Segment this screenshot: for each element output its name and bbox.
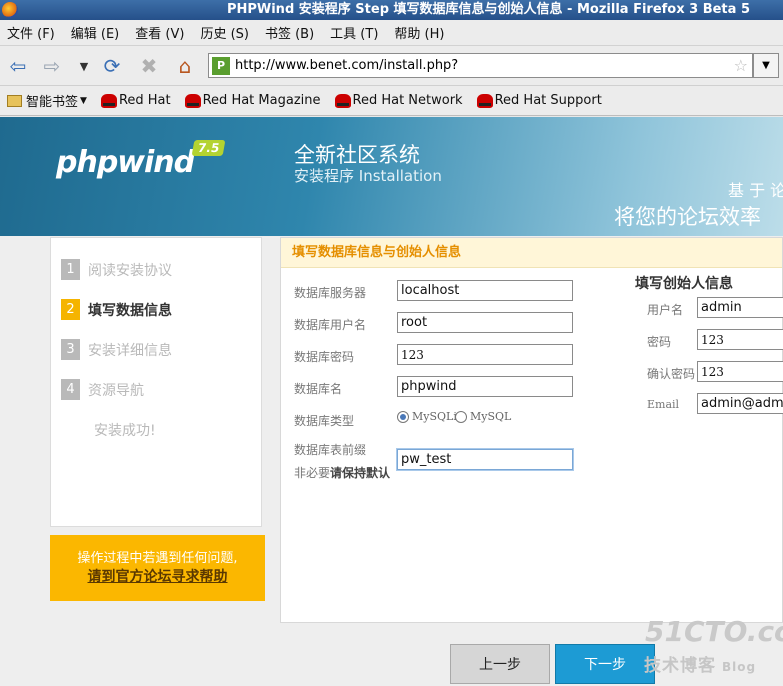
history-dropdown-icon[interactable]: ▼: [72, 54, 96, 78]
admin-confirm-label: 确认密码: [647, 367, 696, 381]
folder-icon: [7, 94, 22, 107]
step-1: 1 阅读安装协议: [61, 259, 172, 280]
help-box: 操作过程中若遇到任何问题, 请到官方论坛寻求帮助: [50, 535, 265, 601]
reload-icon[interactable]: ⟳: [100, 54, 124, 78]
chevron-down-icon: ▼: [80, 95, 87, 106]
form-heading: 填写数据库信息与创始人信息: [281, 238, 782, 268]
admin-username-input[interactable]: [697, 297, 783, 318]
watermark-51cto: 51CTO.com: [645, 615, 783, 648]
db-password-input[interactable]: [397, 344, 573, 365]
header-subtitle: 安装程序 Installation: [294, 167, 442, 185]
db-type-mysql-radio[interactable]: MySQL: [455, 410, 511, 423]
db-user-input[interactable]: [397, 312, 573, 333]
prev-step-button[interactable]: 上一步: [450, 644, 550, 684]
step-success: 安装成功!: [94, 423, 156, 439]
redhat-icon: [476, 93, 493, 108]
menu-edit[interactable]: 编辑 (E): [71, 23, 120, 42]
db-prefix-label: 数据库表前缀: [294, 443, 367, 457]
bookmark-red-hat-support[interactable]: Red Hat Support: [476, 93, 602, 108]
install-steps: 1 阅读安装协议 2 填写数据信息 3 安装详细信息 4 资源导航 安装成功!: [50, 237, 262, 527]
menu-file[interactable]: 文件 (F): [7, 23, 55, 42]
help-text: 操作过程中若遇到任何问题,: [77, 551, 238, 566]
stop-icon[interactable]: ✖: [137, 54, 161, 78]
site-favicon: P: [212, 56, 230, 75]
db-type-label: 数据库类型: [294, 414, 355, 428]
install-header: phpwind 7.5 全新社区系统 安装程序 Installation 基 于…: [0, 117, 783, 236]
help-forum-link[interactable]: 请到官方论坛寻求帮助: [88, 569, 228, 585]
redhat-icon: [184, 93, 201, 108]
db-host-input[interactable]: [397, 280, 573, 301]
menu-bookmarks[interactable]: 书签 (B): [265, 23, 314, 42]
url-bar[interactable]: P ☆: [208, 53, 753, 78]
url-input[interactable]: [235, 58, 725, 73]
menu-history[interactable]: 历史 (S): [200, 23, 249, 42]
version-badge: 7.5: [191, 140, 226, 156]
menu-view[interactable]: 查看 (V): [135, 23, 184, 42]
db-host-label: 数据库服务器: [294, 286, 367, 300]
forward-arrow-icon[interactable]: ⇨: [40, 54, 64, 78]
bookmarks-toolbar: 智能书签 ▼ Red Hat Red Hat Magazine Red Hat …: [0, 86, 783, 116]
header-slogan-1: 基 于 论: [728, 181, 783, 200]
page-content: phpwind 7.5 全新社区系统 安装程序 Installation 基 于…: [0, 117, 783, 686]
bookmark-red-hat-magazine[interactable]: Red Hat Magazine: [184, 93, 321, 108]
founder-heading: 填写创始人信息: [635, 276, 733, 292]
menu-help[interactable]: 帮助 (H): [394, 23, 444, 42]
step-3: 3 安装详细信息: [61, 339, 172, 360]
home-icon[interactable]: ⌂: [173, 54, 197, 78]
bookmark-star-icon[interactable]: ☆: [734, 56, 748, 75]
smart-bookmarks-menu[interactable]: 智能书签 ▼: [7, 91, 87, 110]
back-arrow-icon[interactable]: ⇦: [6, 54, 30, 78]
redhat-icon: [100, 93, 117, 108]
db-name-label: 数据库名: [294, 382, 343, 396]
redhat-icon: [334, 93, 351, 108]
install-form: 填写数据库信息与创始人信息 数据库服务器 数据库用户名 数据库密码 数据库名 数…: [280, 237, 783, 623]
db-name-input[interactable]: [397, 376, 573, 397]
window-titlebar: PHPWind 安装程序 Step 填写数据库信息与创始人信息 - Mozill…: [0, 0, 783, 20]
admin-password-label: 密码: [647, 335, 672, 349]
step-4: 4 资源导航: [61, 379, 144, 400]
admin-confirm-input[interactable]: [697, 361, 783, 382]
radio-unselected-icon: [455, 410, 467, 423]
next-step-button[interactable]: 下一步: [555, 644, 655, 684]
step-2-active: 2 填写数据信息: [61, 299, 172, 320]
phpwind-logo: phpwind: [56, 145, 195, 180]
firefox-icon: [2, 2, 18, 18]
admin-email-input[interactable]: [697, 393, 783, 414]
admin-username-label: 用户名: [647, 303, 684, 317]
watermark-blog: 技术博客 Blog: [644, 656, 757, 676]
header-slogan-2: 将您的论坛效率: [614, 205, 761, 229]
admin-email-label: Email: [647, 398, 680, 411]
admin-password-input[interactable]: [697, 329, 783, 350]
db-password-label: 数据库密码: [294, 350, 355, 364]
db-prefix-input[interactable]: [397, 449, 573, 470]
db-type-mysqli-radio[interactable]: MySQLi: [397, 410, 457, 423]
bookmark-red-hat-network[interactable]: Red Hat Network: [334, 93, 463, 108]
bookmark-red-hat[interactable]: Red Hat: [100, 93, 171, 108]
db-user-label: 数据库用户名: [294, 318, 367, 332]
radio-selected-icon: [397, 410, 409, 423]
menubar: 文件 (F) 编辑 (E) 查看 (V) 历史 (S) 书签 (B) 工具 (T…: [0, 20, 783, 46]
url-dropdown-icon[interactable]: ▼: [753, 53, 779, 78]
db-prefix-note: 非必要请保持默认: [294, 466, 391, 480]
window-title: PHPWind 安装程序 Step 填写数据库信息与创始人信息 - Mozill…: [226, 2, 750, 17]
menu-tools[interactable]: 工具 (T): [330, 23, 378, 42]
